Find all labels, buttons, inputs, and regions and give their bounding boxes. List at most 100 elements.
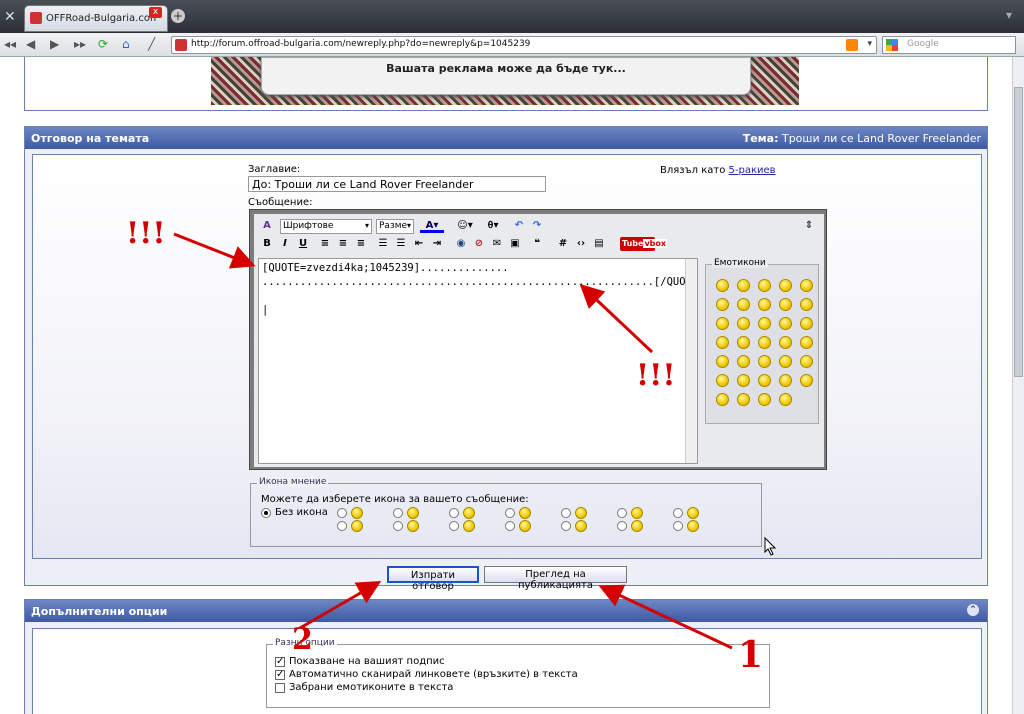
code-icon[interactable]: # bbox=[556, 237, 570, 251]
post-icon-radio[interactable] bbox=[561, 508, 571, 518]
new-tab-icon[interactable]: + bbox=[171, 9, 185, 23]
emoticon-smiley-icon[interactable] bbox=[737, 317, 750, 330]
signature-checkbox[interactable]: ✓ bbox=[275, 657, 285, 667]
disable-smilies-checkbox[interactable] bbox=[275, 683, 285, 693]
emoticon-smiley-icon[interactable] bbox=[716, 393, 729, 406]
emoticon-smiley-icon[interactable] bbox=[758, 374, 771, 387]
link-icon[interactable]: ◉ bbox=[454, 237, 468, 251]
quote-icon[interactable]: ❝ bbox=[530, 237, 544, 251]
outdent-icon[interactable]: ⇤ bbox=[412, 237, 426, 251]
unlink-icon[interactable]: ⊘ bbox=[472, 237, 486, 251]
emoticon-smiley-icon[interactable] bbox=[779, 374, 792, 387]
ordered-list-icon[interactable]: ☰ bbox=[376, 237, 390, 251]
reload-icon[interactable]: ⟳ bbox=[98, 37, 108, 51]
unordered-list-icon[interactable]: ☰ bbox=[394, 237, 408, 251]
page-scrollbar[interactable] bbox=[1012, 57, 1024, 714]
post-icon-radio[interactable] bbox=[673, 521, 683, 531]
emoticon-smiley-icon[interactable] bbox=[779, 298, 792, 311]
rss-icon[interactable] bbox=[846, 39, 858, 51]
emoticon-smiley-icon[interactable] bbox=[800, 336, 813, 349]
emoticon-smiley-icon[interactable] bbox=[716, 374, 729, 387]
emoticon-smiley-icon[interactable] bbox=[716, 298, 729, 311]
browser-tab[interactable]: OFFRoad-Bulgaria.com -... x bbox=[24, 5, 168, 32]
emoticon-smiley-icon[interactable] bbox=[737, 393, 750, 406]
search-box[interactable]: Google bbox=[882, 36, 1016, 54]
emoticon-smiley-icon[interactable] bbox=[779, 317, 792, 330]
menu-chevron-icon[interactable]: ▾ bbox=[1006, 8, 1012, 22]
font-select[interactable]: Шрифтове ▾ bbox=[280, 219, 372, 234]
align-right-icon[interactable]: ≡ bbox=[354, 237, 368, 251]
post-icon-radio[interactable] bbox=[449, 521, 459, 531]
preview-button[interactable]: Преглед на публикацията bbox=[484, 566, 627, 591]
align-center-icon[interactable]: ≡ bbox=[336, 237, 350, 251]
emoticon-smiley-icon[interactable] bbox=[800, 374, 813, 387]
emoticon-smiley-icon[interactable] bbox=[737, 355, 750, 368]
emoticon-smiley-icon[interactable] bbox=[800, 355, 813, 368]
emoticon-smiley-icon[interactable] bbox=[758, 317, 771, 330]
url-dropdown-icon[interactable]: ▾ bbox=[867, 39, 872, 49]
size-select[interactable]: Разме ▾ bbox=[376, 219, 414, 234]
text-color-icon[interactable]: A▾ bbox=[420, 219, 444, 233]
scrollbar-thumb[interactable] bbox=[1014, 87, 1023, 377]
message-textarea[interactable]: [QUOTE=zvezdi4ka;1045239].............. … bbox=[258, 258, 698, 464]
tools-icon[interactable]: ✕ bbox=[4, 9, 16, 25]
ad-text[interactable]: Вашата реклама може да бъде тук... bbox=[261, 57, 751, 95]
post-icon-radio[interactable] bbox=[337, 521, 347, 531]
emoticon-smiley-icon[interactable] bbox=[716, 279, 729, 292]
wand-icon[interactable]: ╱ bbox=[148, 37, 155, 51]
smilies-icon[interactable]: ☺▾ bbox=[452, 219, 478, 233]
undo-icon[interactable]: ↶ bbox=[512, 219, 526, 233]
emoticon-smiley-icon[interactable] bbox=[737, 298, 750, 311]
send-reply-button[interactable]: Изпрати отговор bbox=[387, 566, 479, 592]
textarea-scrollbar[interactable] bbox=[685, 259, 697, 463]
emoticon-smiley-icon[interactable] bbox=[758, 355, 771, 368]
no-icon-radio[interactable] bbox=[261, 508, 271, 518]
emoticon-smiley-icon[interactable] bbox=[779, 279, 792, 292]
emoticon-smiley-icon[interactable] bbox=[716, 336, 729, 349]
close-tab-icon[interactable]: x bbox=[149, 7, 162, 18]
resize-toggle-icon[interactable]: ⇕ bbox=[802, 219, 816, 233]
emoticon-smiley-icon[interactable] bbox=[716, 317, 729, 330]
collapse-icon[interactable]: ⌃ bbox=[967, 604, 979, 616]
fast-forward-icon[interactable]: ▸▸ bbox=[74, 37, 86, 51]
back-icon[interactable]: ◀ bbox=[26, 37, 35, 51]
youtube-icon[interactable]: Tubevbox bbox=[620, 237, 668, 251]
username-link[interactable]: 5-ракиев bbox=[729, 165, 776, 176]
bold-icon[interactable]: B bbox=[260, 237, 274, 251]
post-icon-radio[interactable] bbox=[393, 521, 403, 531]
emoticon-smiley-icon[interactable] bbox=[779, 393, 792, 406]
google-icon[interactable] bbox=[886, 39, 898, 51]
emoticon-smiley-icon[interactable] bbox=[758, 279, 771, 292]
emoticon-smiley-icon[interactable] bbox=[779, 355, 792, 368]
php-icon[interactable]: ▤ bbox=[592, 237, 606, 251]
post-icon-radio[interactable] bbox=[337, 508, 347, 518]
parse-links-checkbox[interactable]: ✓ bbox=[275, 670, 285, 680]
post-icon-radio[interactable] bbox=[673, 508, 683, 518]
align-left-icon[interactable]: ≡ bbox=[318, 237, 332, 251]
html-icon[interactable]: ‹› bbox=[574, 237, 588, 251]
rewind-icon[interactable]: ◂◂ bbox=[4, 37, 16, 51]
post-icon-radio[interactable] bbox=[617, 508, 627, 518]
home-icon[interactable]: ⌂ bbox=[122, 37, 130, 51]
emoticon-smiley-icon[interactable] bbox=[800, 298, 813, 311]
emoticon-smiley-icon[interactable] bbox=[800, 279, 813, 292]
attach-icon[interactable]: ⍬▾ bbox=[482, 219, 504, 233]
underline-icon[interactable]: U bbox=[296, 237, 310, 251]
emoticon-smiley-icon[interactable] bbox=[758, 393, 771, 406]
post-icon-radio[interactable] bbox=[505, 508, 515, 518]
emoticon-smiley-icon[interactable] bbox=[758, 298, 771, 311]
redo-icon[interactable]: ↷ bbox=[530, 219, 544, 233]
remove-format-icon[interactable]: A bbox=[260, 219, 274, 233]
post-icon-radio[interactable] bbox=[393, 508, 403, 518]
address-bar[interactable]: http://forum.offroad-bulgaria.com/newrep… bbox=[171, 36, 877, 54]
italic-icon[interactable]: I bbox=[278, 237, 292, 251]
emoticon-smiley-icon[interactable] bbox=[737, 336, 750, 349]
emoticon-smiley-icon[interactable] bbox=[779, 336, 792, 349]
post-icon-radio[interactable] bbox=[505, 521, 515, 531]
image-icon[interactable]: ▣ bbox=[508, 237, 522, 251]
emoticon-smiley-icon[interactable] bbox=[737, 279, 750, 292]
post-icon-radio[interactable] bbox=[561, 521, 571, 531]
forward-icon[interactable]: ▶ bbox=[50, 37, 59, 51]
emoticon-smiley-icon[interactable] bbox=[758, 336, 771, 349]
emoticon-smiley-icon[interactable] bbox=[800, 317, 813, 330]
